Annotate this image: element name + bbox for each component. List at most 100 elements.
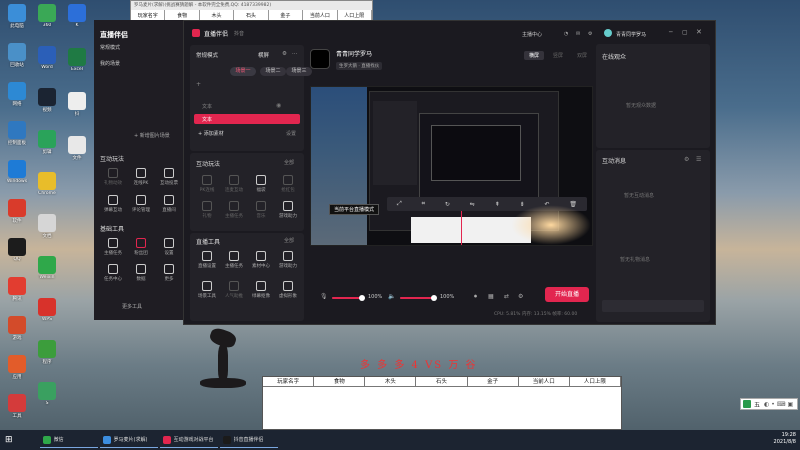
- start-live-button[interactable]: 开始直播: [545, 287, 589, 302]
- task-center-icon[interactable]: [108, 264, 118, 274]
- minimize-icon[interactable]: ─: [669, 29, 673, 36]
- desktop-icon[interactable]: 腾讯: [2, 277, 32, 302]
- desktop-icon[interactable]: 抖: [62, 92, 92, 117]
- comment-icon[interactable]: [136, 195, 146, 205]
- task-icon[interactable]: [108, 238, 118, 248]
- live-settings-icon[interactable]: [202, 251, 212, 261]
- desktop-icon[interactable]: WPS: [32, 298, 62, 322]
- live-tools-all-link[interactable]: 全部: [284, 237, 294, 244]
- interaction-all-link[interactable]: 全部: [284, 159, 294, 166]
- layout-icon[interactable]: ▦: [488, 293, 494, 300]
- taskbar-item[interactable]: 互动游戏对战平台: [159, 432, 218, 448]
- desktop-icon[interactable]: 控制面板: [2, 121, 32, 146]
- pk-icon[interactable]: [136, 168, 146, 178]
- close-icon[interactable]: ✕: [696, 28, 702, 36]
- ime-toolbar[interactable]: 五 ◐•⌨▣: [740, 398, 798, 410]
- avatar-icon[interactable]: [283, 281, 293, 291]
- vote-icon[interactable]: [164, 168, 174, 178]
- crop-icon[interactable]: ⌗: [422, 200, 425, 208]
- taskbar-item[interactable]: 微信: [39, 432, 98, 448]
- desktop-icon[interactable]: 工具: [2, 394, 32, 419]
- room-icon[interactable]: [164, 195, 174, 205]
- desktop-icon[interactable]: 回收站: [2, 43, 32, 68]
- desktop-icon[interactable]: 剪辑: [32, 130, 62, 155]
- speaker-volume-slider[interactable]: [400, 295, 437, 301]
- task-icon[interactable]: [229, 201, 239, 211]
- desktop-icon[interactable]: 文件: [62, 136, 92, 161]
- mode-selector[interactable]: 常规模式: [196, 51, 218, 59]
- data-icon[interactable]: [136, 264, 146, 274]
- desktop-icon[interactable]: Word: [32, 46, 62, 70]
- add-material-button[interactable]: + 添加素材: [198, 130, 224, 137]
- view-tab-dual[interactable]: 双屏: [572, 51, 592, 60]
- add-scene-icon[interactable]: +: [196, 81, 201, 88]
- desktop-icon[interactable]: Weixin: [32, 256, 62, 280]
- desktop-icon[interactable]: 文档: [32, 214, 62, 239]
- material-settings-link[interactable]: 设置: [286, 130, 296, 137]
- record-icon[interactable]: ⏺: [474, 293, 477, 301]
- red-packet-icon[interactable]: [283, 175, 293, 185]
- more-icon[interactable]: [164, 264, 174, 274]
- lucky-bag-icon[interactable]: [256, 175, 266, 185]
- mic-volume-slider[interactable]: [332, 295, 365, 301]
- taskbar-item[interactable]: 罗马麦片(求解): [99, 432, 158, 448]
- pk-icon[interactable]: [202, 175, 212, 185]
- system-tray[interactable]: 19:28 2021/8/8: [774, 432, 796, 446]
- fullscreen-icon[interactable]: ⤢: [397, 200, 402, 208]
- avatar[interactable]: [604, 29, 612, 37]
- scene-settings-icon[interactable]: ⚙: [282, 51, 287, 57]
- source-item[interactable]: 文本: [202, 103, 212, 110]
- desktop-icon[interactable]: 游戏: [2, 316, 32, 341]
- orientation-toggle[interactable]: 横屏: [258, 51, 269, 59]
- flip-icon[interactable]: ⇋: [470, 201, 475, 208]
- gift-icon[interactable]: [108, 168, 118, 178]
- gear-icon[interactable]: ⚙: [588, 31, 592, 37]
- desktop-icon[interactable]: 视频: [32, 88, 62, 113]
- settings-gear-icon[interactable]: ⚙: [518, 293, 523, 300]
- maximize-icon[interactable]: ▢: [682, 29, 688, 36]
- danmu-icon[interactable]: [108, 195, 118, 205]
- boost-icon[interactable]: [229, 281, 239, 291]
- music-icon[interactable]: [256, 201, 266, 211]
- game-boost-icon[interactable]: [283, 201, 293, 211]
- notepad-titlebar[interactable]: 罗马麦片(求解)(挑战赛猜题解 - 本软件完全免费,QQ: 4187339982…: [131, 1, 372, 10]
- eye-icon[interactable]: ◉: [276, 102, 281, 109]
- ime-mode[interactable]: 五: [754, 400, 760, 409]
- message-input[interactable]: [602, 300, 704, 312]
- green-screen-icon[interactable]: [256, 281, 266, 291]
- scene-tab-1[interactable]: 场景一: [230, 67, 256, 76]
- taskbar-item[interactable]: 抖音直播伴侣: [219, 432, 278, 448]
- settings-icon[interactable]: [164, 238, 174, 248]
- messages-filter-icon[interactable]: ☰: [696, 156, 701, 163]
- gift-icon[interactable]: [202, 201, 212, 211]
- start-button[interactable]: ⊞: [2, 432, 16, 448]
- scene-tool-icon[interactable]: [202, 281, 212, 291]
- desktop-icon[interactable]: S: [32, 382, 62, 406]
- new-scene-link[interactable]: + 新增图片场景: [134, 132, 170, 139]
- more-tools-link[interactable]: 更多工具: [122, 303, 142, 310]
- scene-tab-3[interactable]: 场景三: [286, 67, 312, 76]
- desktop-icon[interactable]: Windows: [2, 160, 32, 184]
- game-assist-icon[interactable]: [283, 251, 293, 261]
- ime-tools-icon[interactable]: ◐•⌨▣: [764, 401, 795, 408]
- desktop-icon[interactable]: Excel: [62, 48, 92, 72]
- view-tab-landscape[interactable]: 横屏: [524, 51, 545, 60]
- fans-icon[interactable]: [136, 238, 146, 248]
- speaker-icon[interactable]: 🔈: [388, 293, 395, 300]
- notepad-window[interactable]: 罗马麦片(求解)(挑战赛猜题解 - 本软件完全免费,QQ: 4187339982…: [130, 0, 373, 22]
- mirror-icon[interactable]: ⇄: [504, 293, 509, 300]
- mic-link-icon[interactable]: [229, 175, 239, 185]
- desktop-icon[interactable]: 应用: [2, 355, 32, 380]
- streamer-avatar[interactable]: [310, 49, 330, 69]
- material-center-icon[interactable]: [256, 251, 266, 261]
- account-name[interactable]: 青青同学罗马: [616, 31, 646, 38]
- desktop-icon[interactable]: 网络: [2, 82, 32, 107]
- scene-more-icon[interactable]: ⋯: [292, 51, 298, 57]
- live-preview[interactable]: ⤢ ⌗ ↻ ⇋ ⇞ ⇟ ↶ 🗑 当前平台直播模式: [310, 86, 593, 246]
- rotate-icon[interactable]: ↻: [445, 201, 450, 208]
- scene-tab-2[interactable]: 场景二: [260, 67, 286, 76]
- streamer-task-icon[interactable]: [229, 251, 239, 261]
- mail-icon[interactable]: ✉: [576, 31, 580, 37]
- view-tab-portrait[interactable]: 竖屏: [548, 51, 568, 60]
- desktop-icon[interactable]: 软件: [2, 199, 32, 224]
